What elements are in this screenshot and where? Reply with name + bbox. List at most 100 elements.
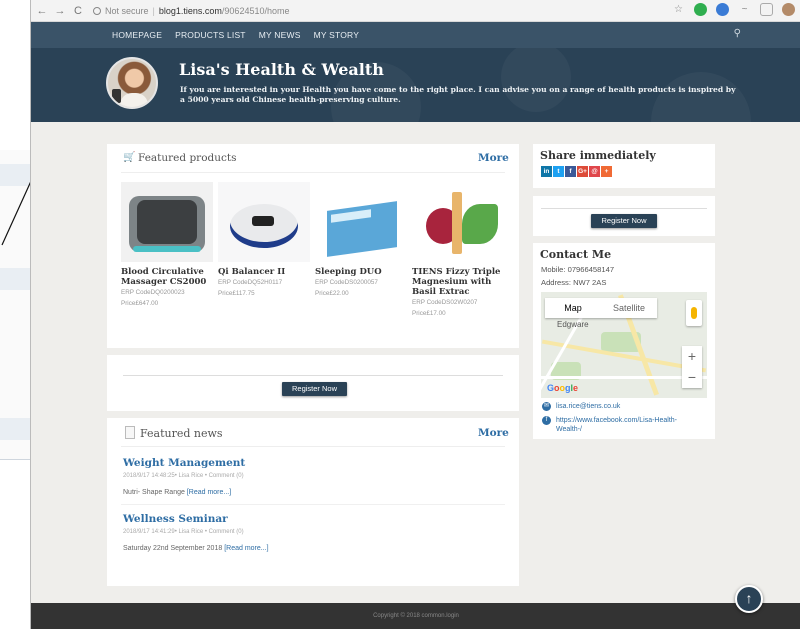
news-item-meta: 2018/9/17 14:48:25• Lisa Rice • Comment … xyxy=(123,473,244,479)
map-tab-map[interactable]: Map xyxy=(545,298,601,318)
back-to-top-button[interactable]: ↑ xyxy=(735,585,763,613)
map-widget[interactable]: Map Satellite Edgware + − Google xyxy=(541,292,707,398)
featured-products-title: Featured products xyxy=(138,152,237,164)
avatar-phone xyxy=(112,89,121,103)
product-code: ERP CodeDS0200057 xyxy=(315,279,378,286)
google-logo: Google xyxy=(547,383,579,393)
browser-toolbar: ← → C Not secure | blog1.tiens.com /9062… xyxy=(31,0,800,22)
product-name[interactable]: Sleeping DUO xyxy=(315,267,407,277)
news-item-meta: 2018/9/17 14:41:29• Lisa Rice • Comment … xyxy=(123,529,244,535)
contact-email-row[interactable]: ✉ lisa.rice@tiens.co.uk xyxy=(542,402,620,411)
bookmark-star-icon[interactable]: ☆ xyxy=(672,3,685,16)
info-icon[interactable] xyxy=(93,6,101,15)
contact-address: Address: NW7 2AS xyxy=(541,278,607,287)
site-header: HOMEPAGE PRODUCTS LIST MY NEWS MY STORY … xyxy=(31,22,800,122)
facebook-icon[interactable]: f xyxy=(565,166,576,177)
search-icon[interactable]: ⚲ xyxy=(734,28,741,39)
address-separator: | xyxy=(152,5,155,16)
news-more-link[interactable]: More xyxy=(478,427,509,439)
product-card[interactable]: Blood Circulative Massager CS2000 ERP Co… xyxy=(121,182,213,317)
nav-products-list[interactable]: PRODUCTS LIST xyxy=(175,30,246,40)
news-item-title[interactable]: Weight Management xyxy=(123,457,245,469)
contact-email[interactable]: lisa.rice@tiens.co.uk xyxy=(556,402,620,411)
map-place-label: Edgware xyxy=(557,320,589,329)
product-price: Price£117.75 xyxy=(218,290,255,297)
map-zoom-control: + − xyxy=(682,346,702,388)
forward-button[interactable]: → xyxy=(53,5,67,17)
read-more-link[interactable]: [Read more...] xyxy=(187,489,231,496)
contact-facebook-row[interactable]: f https://www.facebook.com/Lisa-Health-W… xyxy=(542,416,702,434)
balancer-screen xyxy=(252,216,274,226)
extension-blue-icon[interactable] xyxy=(716,3,729,16)
email-icon[interactable]: @ xyxy=(589,166,600,177)
product-card[interactable]: TIENS Fizzy Triple Magnesium with Basil … xyxy=(412,182,504,317)
sidebar-register-panel: Register Now xyxy=(533,196,715,236)
top-navigation: HOMEPAGE PRODUCTS LIST MY NEWS MY STORY … xyxy=(31,22,800,48)
product-image-sleeping-duo[interactable] xyxy=(315,182,407,262)
url-host: blog1.tiens.com xyxy=(158,5,222,16)
nav-my-story[interactable]: MY STORY xyxy=(314,30,360,40)
site-footer: Copyright © 2018 common.login xyxy=(31,603,800,629)
balancer-body xyxy=(230,204,298,248)
product-image-qi-balancer[interactable] xyxy=(218,182,310,262)
news-item-summary: Saturday 22nd September 2018 [Read more.… xyxy=(123,545,269,552)
address-bar[interactable]: Not secure | blog1.tiens.com /90624510/h… xyxy=(93,6,289,16)
news-summary-text: Saturday 22nd September 2018 xyxy=(123,545,223,552)
featured-news-panel: Featured news More Weight Management 201… xyxy=(107,418,519,586)
browser-window: ← → C Not secure | blog1.tiens.com /9062… xyxy=(30,0,800,629)
zoom-out-button[interactable]: − xyxy=(682,367,702,388)
basil-leaf-shape xyxy=(462,204,498,244)
linkedin-icon[interactable]: in xyxy=(541,166,552,177)
register-button[interactable]: Register Now xyxy=(282,382,347,396)
page-title: Lisa's Health & Wealth xyxy=(179,60,384,79)
blog-intro: If you are interested in your Health you… xyxy=(180,85,736,104)
avatar xyxy=(106,57,158,109)
back-button[interactable]: ← xyxy=(35,5,49,17)
more-share-icon[interactable]: + xyxy=(601,166,612,177)
nav-my-news[interactable]: MY NEWS xyxy=(259,30,301,40)
url-path: /90624510/home xyxy=(221,5,290,16)
footer-copyright: Copyright © 2018 common.login xyxy=(373,613,459,619)
share-icon-list: in t f G+ @ + xyxy=(541,166,612,177)
sidebar-register-button[interactable]: Register Now xyxy=(591,214,657,228)
security-label: Not secure xyxy=(105,5,149,16)
panel-divider xyxy=(541,208,707,209)
profile-icon[interactable] xyxy=(782,3,795,16)
pegman-figure xyxy=(691,307,697,319)
products-more-link[interactable]: More xyxy=(478,152,509,164)
product-card[interactable]: Qi Balancer II ERP CodeDQ52H0117 Price£1… xyxy=(218,182,310,317)
twitter-icon[interactable]: t xyxy=(553,166,564,177)
tube-shape xyxy=(452,192,462,254)
zoom-in-button[interactable]: + xyxy=(682,346,702,367)
share-panel: Share immediately in t f G+ @ + xyxy=(533,144,715,188)
reload-button[interactable]: C xyxy=(71,5,85,17)
massager-pad xyxy=(137,200,197,244)
product-code: ERP CodeDQ52H0117 xyxy=(218,279,283,286)
street-view-pegman-icon[interactable] xyxy=(686,300,702,326)
extension-green-icon[interactable] xyxy=(694,3,707,16)
product-name[interactable]: TIENS Fizzy Triple Magnesium with Basil … xyxy=(412,267,504,297)
product-price: Price£22.00 xyxy=(315,290,349,297)
nav-homepage[interactable]: HOMEPAGE xyxy=(112,30,162,40)
contact-title: Contact Me xyxy=(540,248,612,261)
google-plus-icon[interactable]: G+ xyxy=(577,166,588,177)
featured-products-panel: 🛒 Featured products More Blood Circulati… xyxy=(107,144,519,348)
product-card[interactable]: Sleeping DUO ERP CodeDS0200057 Price£22.… xyxy=(315,182,407,317)
map-type-tabs: Map Satellite xyxy=(545,298,657,318)
share-title: Share immediately xyxy=(540,149,656,162)
product-name[interactable]: Qi Balancer II xyxy=(218,267,310,277)
contact-facebook[interactable]: https://www.facebook.com/Lisa-Health-Wea… xyxy=(556,416,702,434)
product-name[interactable]: Blood Circulative Massager CS2000 xyxy=(121,267,213,287)
product-image-massager[interactable] xyxy=(121,182,213,262)
massager-light xyxy=(133,246,201,252)
document-icon xyxy=(125,426,135,439)
facebook-icon: f xyxy=(542,416,551,425)
news-item-summary: Nutri- Shape Range [Read more...] xyxy=(123,489,231,496)
map-tab-satellite[interactable]: Satellite xyxy=(601,298,657,318)
extension-gray-icon[interactable] xyxy=(760,3,773,16)
read-more-link[interactable]: [Read more...] xyxy=(224,545,268,552)
product-image-magnesium[interactable] xyxy=(412,182,504,262)
extension-puzzle-icon[interactable]: ~ xyxy=(738,3,751,16)
news-item-title[interactable]: Wellness Seminar xyxy=(123,513,228,525)
product-code: ERP CodeDQ0200023 xyxy=(121,289,185,296)
